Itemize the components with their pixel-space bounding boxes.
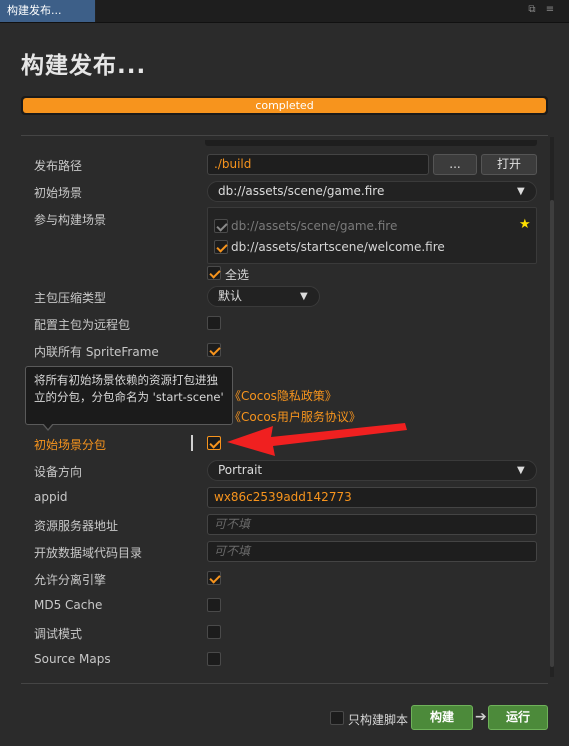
caret-down-icon: ▼: [300, 291, 308, 302]
subpackage-tooltip: 将所有初始场景依赖的资源打包进独立的分包，分包命名为 'start-scene': [25, 366, 233, 425]
source-maps-label: Source Maps: [34, 652, 111, 666]
only-script-checkbox[interactable]: [330, 711, 344, 725]
remote-main-checkbox[interactable]: [207, 316, 221, 330]
orientation-label: 设备方向: [34, 465, 83, 479]
appid-input[interactable]: wx86c2539add142773: [207, 487, 537, 508]
star-icon: ★: [519, 217, 531, 232]
text-cursor: [191, 435, 193, 451]
orientation-value: Portrait: [218, 463, 263, 477]
scene-path-game: db://assets/scene/game.fire: [231, 219, 398, 233]
build-scenes-label: 参与构建场景: [34, 213, 107, 227]
inline-spriteframe-label: 内联所有 SpriteFrame: [34, 345, 159, 359]
privacy-policy-link[interactable]: 《Cocos隐私政策》: [229, 387, 337, 404]
resource-server-input[interactable]: 可不填: [207, 514, 537, 535]
run-button[interactable]: 运行: [488, 705, 548, 730]
compression-label: 主包压缩类型: [34, 291, 107, 305]
caret-down-icon: ▼: [517, 186, 525, 197]
red-arrow-icon: [227, 423, 407, 456]
start-scene-subpackage-label: 初始场景分包: [34, 438, 107, 452]
resource-server-label: 资源服务器地址: [34, 519, 119, 533]
browse-button[interactable]: ...: [433, 154, 477, 175]
arrow-right-icon: ➔: [475, 709, 487, 725]
build-button[interactable]: 构建: [411, 705, 473, 730]
start-scene-select[interactable]: db://assets/scene/game.fire: [207, 181, 537, 202]
build-scene-list: [207, 207, 537, 264]
popout-icon[interactable]: ⧉: [526, 4, 538, 16]
open-button[interactable]: 打开: [481, 154, 537, 175]
start-scene-value: db://assets/scene/game.fire: [218, 184, 385, 198]
appid-label: appid: [34, 490, 68, 504]
publish-path-input[interactable]: ./build: [207, 154, 429, 175]
footer-divider: [21, 683, 548, 684]
scene-checkbox-welcome[interactable]: [214, 240, 228, 254]
start-scene-subpackage-checkbox[interactable]: [207, 436, 221, 450]
separate-engine-label: 允许分离引擎: [34, 573, 107, 587]
open-data-dir-label: 开放数据域代码目录: [34, 546, 143, 560]
publish-path-label: 发布路径: [34, 159, 83, 173]
ellipsis-icon: ...: [449, 157, 461, 171]
select-all-label: 全选: [225, 268, 250, 282]
progress-label: completed: [255, 99, 314, 112]
inline-spriteframe-checkbox[interactable]: [207, 343, 221, 357]
page-title: 构建发布...: [21, 53, 147, 79]
md5-cache-label: MD5 Cache: [34, 598, 103, 612]
select-all-checkbox[interactable]: [207, 266, 221, 280]
orientation-select[interactable]: Portrait: [207, 460, 537, 481]
build-progress-bar: completed: [21, 96, 548, 115]
md5-cache-checkbox[interactable]: [207, 598, 221, 612]
scrolled-field-edge: [205, 140, 537, 146]
compression-value: 默认: [218, 289, 243, 303]
tab-build-publish[interactable]: 构建发布...: [0, 0, 96, 22]
scrollbar-thumb[interactable]: [550, 200, 554, 667]
separate-engine-checkbox[interactable]: [207, 571, 221, 585]
divider: [21, 135, 548, 136]
start-scene-label: 初始场景: [34, 186, 83, 200]
only-script-label: 只构建脚本: [348, 713, 409, 727]
debug-mode-label: 调试模式: [34, 627, 83, 641]
scene-checkbox-game[interactable]: [214, 219, 228, 233]
debug-mode-checkbox[interactable]: [207, 625, 221, 639]
menu-icon[interactable]: ≡: [544, 4, 556, 16]
open-data-dir-input[interactable]: 可不填: [207, 541, 537, 562]
remote-main-label: 配置主包为远程包: [34, 318, 131, 332]
scene-path-welcome: db://assets/startscene/welcome.fire: [231, 240, 445, 254]
tooltip-arrow-inner: [43, 423, 53, 429]
source-maps-checkbox[interactable]: [207, 652, 221, 666]
caret-down-icon: ▼: [517, 465, 525, 476]
